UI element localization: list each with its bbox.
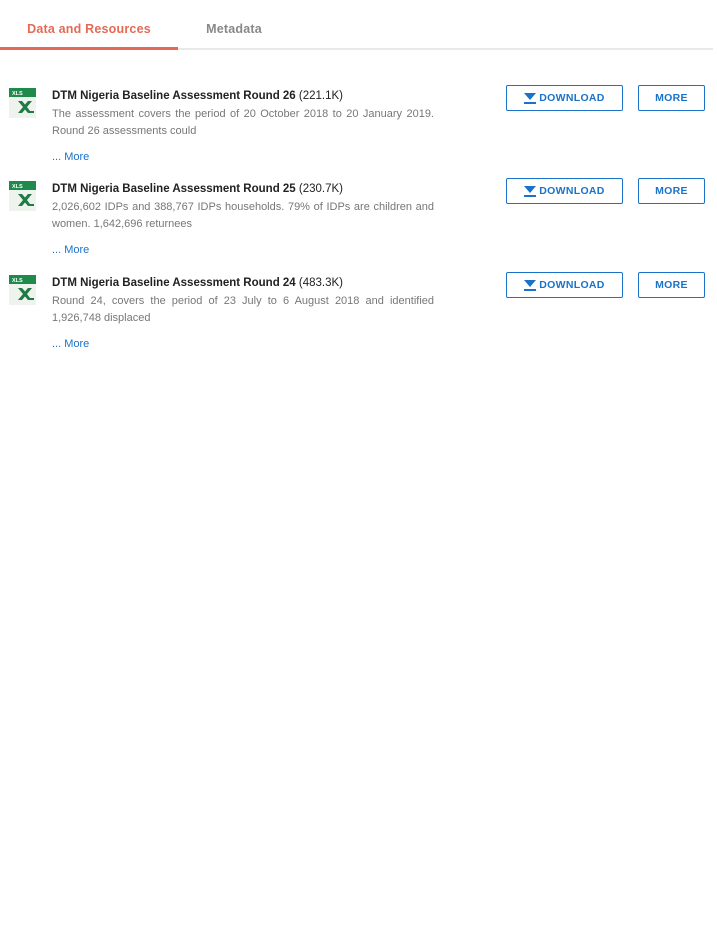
resource-title: DTM Nigeria Baseline Assessment Round 24… <box>52 275 434 291</box>
download-icon <box>524 92 537 104</box>
xls-file-icon: XLS <box>9 275 36 305</box>
more-button[interactable]: MORE <box>638 85 705 111</box>
download-label: DOWNLOAD <box>539 279 605 291</box>
more-button[interactable]: MORE <box>638 178 705 204</box>
resource-item: XLS DTM Nigeria Baseline Assessment Roun… <box>0 178 717 261</box>
more-button[interactable]: MORE <box>638 272 705 298</box>
resource-text: DTM Nigeria Baseline Assessment Round 25… <box>52 181 434 258</box>
resource-text: DTM Nigeria Baseline Assessment Round 26… <box>52 88 434 165</box>
xls-file-icon: XLS <box>9 88 36 118</box>
resource-text: DTM Nigeria Baseline Assessment Round 24… <box>52 275 434 352</box>
resource-title: DTM Nigeria Baseline Assessment Round 26… <box>52 88 434 104</box>
xls-label: XLS <box>12 184 23 190</box>
download-label: DOWNLOAD <box>539 185 605 197</box>
xls-label: XLS <box>12 278 23 284</box>
download-button[interactable]: DOWNLOAD <box>506 85 623 111</box>
download-button[interactable]: DOWNLOAD <box>506 178 623 204</box>
resource-item: XLS DTM Nigeria Baseline Assessment Roun… <box>0 85 717 168</box>
resource-size: (221.1K) <box>298 90 344 102</box>
more-link[interactable]: ... More <box>52 151 89 163</box>
resource-description: 2,026,602 IDPs and 388,767 IDPs househol… <box>52 201 434 230</box>
download-button[interactable]: DOWNLOAD <box>506 272 623 298</box>
xls-file-icon: XLS <box>9 181 36 211</box>
download-icon <box>524 279 537 291</box>
resource-name[interactable]: DTM Nigeria Baseline Assessment Round 25 <box>52 183 296 195</box>
resource-name[interactable]: DTM Nigeria Baseline Assessment Round 26 <box>52 90 296 102</box>
resource-item: XLS DTM Nigeria Baseline Assessment Roun… <box>0 272 717 355</box>
more-link[interactable]: ... More <box>52 338 89 350</box>
resource-size: (483.3K) <box>298 277 344 289</box>
resource-size: (230.7K) <box>298 183 344 195</box>
xls-label: XLS <box>12 91 23 97</box>
page: Data and Resources Metadata XLS DTM Nige… <box>0 0 717 950</box>
resource-description: Round 24, covers the period of 23 July t… <box>52 295 434 324</box>
tab-metadata[interactable]: Metadata <box>178 0 290 50</box>
resource-title: DTM Nigeria Baseline Assessment Round 25… <box>52 181 434 197</box>
tab-bar: Data and Resources Metadata <box>0 0 713 50</box>
resource-name[interactable]: DTM Nigeria Baseline Assessment Round 24 <box>52 277 296 289</box>
more-link[interactable]: ... More <box>52 244 89 256</box>
download-icon <box>524 185 537 197</box>
download-label: DOWNLOAD <box>539 92 605 104</box>
tab-data-and-resources[interactable]: Data and Resources <box>0 0 178 50</box>
resource-description: The assessment covers the period of 20 O… <box>52 108 434 137</box>
